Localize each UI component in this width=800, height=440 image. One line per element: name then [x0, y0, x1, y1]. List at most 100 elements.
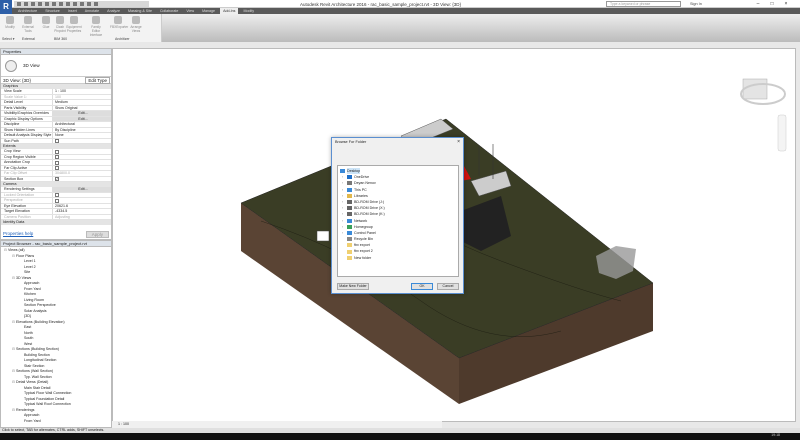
property-value[interactable]: None: [53, 133, 111, 138]
apply-button[interactable]: Apply: [85, 231, 109, 238]
checkbox[interactable]: [55, 166, 59, 170]
property-checkbox[interactable]: ✓: [53, 177, 111, 181]
ok-button[interactable]: OK: [411, 283, 433, 290]
dialog-close-button[interactable]: ×: [457, 139, 460, 145]
property-value[interactable]: By Discipline: [53, 128, 111, 133]
property-group[interactable]: Identity Data: [1, 220, 111, 225]
revit-logo[interactable]: R: [0, 0, 12, 14]
browser-item-label: From Yard: [24, 286, 41, 291]
property-name: View Scale: [1, 89, 53, 94]
property-value[interactable]: -4334.5: [53, 209, 111, 214]
property-name: Discipline: [1, 122, 53, 127]
checkbox[interactable]: [55, 198, 59, 203]
property-name: Show Hidden Lines: [1, 127, 53, 132]
control-panel-icon: [347, 230, 352, 235]
browser-item-label: Detail Views (Detail): [16, 380, 49, 384]
property-value[interactable]: Show Original: [53, 106, 111, 111]
clock: 19:18: [771, 433, 780, 437]
ribbon-button-modify[interactable]: Modify: [2, 16, 18, 29]
edit-button[interactable]: Edit...: [53, 116, 111, 121]
browser-item[interactable]: From Yard: [1, 419, 111, 425]
property-value[interactable]: 20621.6: [53, 204, 111, 209]
expand-arrow-icon[interactable]: ›: [342, 230, 345, 236]
folder-tree[interactable]: Desktop › OneDrive › Deyan Nenov › This PC › Lib…: [337, 165, 459, 277]
property-name: Section Box: [1, 176, 53, 181]
site-furniture: [316, 230, 330, 242]
cancel-button[interactable]: Cancel: [437, 283, 459, 290]
view-scale[interactable]: 1 : 100: [118, 422, 129, 426]
make-new-folder-button[interactable]: Make New Folder: [337, 283, 369, 290]
checkbox[interactable]: [55, 149, 59, 154]
checkbox[interactable]: ✓: [55, 177, 59, 181]
drive-icon: [347, 206, 352, 211]
ribbon-button-label: Family Editor Interface: [89, 25, 103, 37]
property-name: Locked Orientation: [1, 192, 53, 197]
property-name: Crop Region Visible: [1, 154, 53, 159]
property-name: Sun Path: [1, 138, 53, 143]
computer-icon: [347, 187, 352, 192]
ribbon-panel-label: BIM 360: [54, 37, 68, 41]
ribbon-button-fbxexporter[interactable]: FBXExporter: [110, 16, 128, 29]
properties-help-link[interactable]: Properties help: [3, 231, 33, 238]
close-button[interactable]: ×: [780, 0, 792, 8]
tool-icon: [42, 16, 50, 24]
checkbox[interactable]: [55, 160, 59, 165]
property-value[interactable]: Architectural: [53, 122, 111, 127]
checkbox[interactable]: [55, 155, 59, 159]
property-checkbox[interactable]: [53, 198, 111, 203]
maximize-button[interactable]: □: [766, 0, 778, 8]
recycle-bin-icon: [347, 237, 352, 242]
property-value[interactable]: 1 : 100: [53, 89, 111, 94]
tool-icon: [70, 16, 78, 24]
search-input[interactable]: Type a keyword or phrase: [606, 1, 681, 7]
minimize-button[interactable]: –: [752, 0, 764, 8]
property-value[interactable]: 100: [53, 95, 111, 100]
quick-access-toolbar[interactable]: [14, 1, 149, 7]
ribbon-button-family-editor-interface[interactable]: Family Editor Interface: [88, 16, 104, 37]
browser-item-label: Level 2: [24, 264, 36, 269]
edit-button[interactable]: Edit...: [53, 187, 111, 192]
checkbox[interactable]: [55, 193, 59, 197]
view-control-bar[interactable]: 1 : 100: [112, 421, 442, 428]
type-name: 3D View: [23, 63, 40, 68]
browser-item-label: South: [24, 336, 34, 340]
browser-item-label: West: [24, 341, 33, 346]
ribbon-button-label: External Tools: [22, 25, 34, 33]
ribbon-panel-label[interactable]: Select ▾: [2, 37, 14, 41]
folder-item[interactable]: New folder: [340, 255, 456, 261]
user-icon: [347, 181, 352, 186]
dialog-title: Browse For Folder: [335, 140, 367, 144]
property-checkbox[interactable]: [53, 139, 111, 143]
3d-view-icon: [5, 59, 17, 72]
checkbox[interactable]: [55, 139, 59, 143]
browser-item-label: Level 1: [24, 259, 36, 263]
ribbon-button-arrange-views[interactable]: Arrange Views: [128, 16, 144, 33]
property-checkbox[interactable]: [53, 149, 111, 154]
browser-item-label: Stair Section: [24, 363, 45, 368]
folder-icon: [347, 255, 352, 260]
property-name: Perspective: [1, 198, 53, 203]
property-checkbox[interactable]: [53, 155, 111, 159]
navigation-bar: [777, 114, 787, 152]
property-checkbox[interactable]: [53, 160, 111, 165]
browser-item-label: Typical Wall Roof Connection: [24, 402, 71, 406]
ribbon-button-equipment-properties[interactable]: Equipment Properties: [66, 16, 82, 33]
ribbon-button-label: Glue: [42, 25, 50, 29]
property-value[interactable]: 304800.0: [53, 171, 111, 176]
ribbon-button-label: Equipment Properties: [66, 25, 82, 33]
folder-label: New folder: [354, 255, 372, 260]
ribbon-button-external-tools[interactable]: External Tools: [20, 16, 36, 33]
property-checkbox[interactable]: [53, 193, 111, 197]
instance-selector[interactable]: 3D View: {3D}: [1, 78, 85, 83]
browser-item-label: Longitudinal Section: [24, 358, 57, 362]
property-value[interactable]: Medium: [53, 100, 111, 105]
ribbon-button-label: Arrange Views: [130, 25, 142, 33]
property-value[interactable]: Adjusting: [53, 215, 111, 220]
browser-item-label: Views (all): [8, 248, 25, 252]
sign-in-button[interactable]: Sign In: [690, 2, 702, 6]
browser-item-label: Approach: [24, 413, 40, 417]
property-name: Visibility/Graphics Overrides: [1, 111, 53, 116]
edit-button[interactable]: Edit...: [53, 111, 111, 116]
edit-type-button[interactable]: Edit Type: [85, 76, 110, 84]
property-checkbox[interactable]: [53, 166, 111, 170]
